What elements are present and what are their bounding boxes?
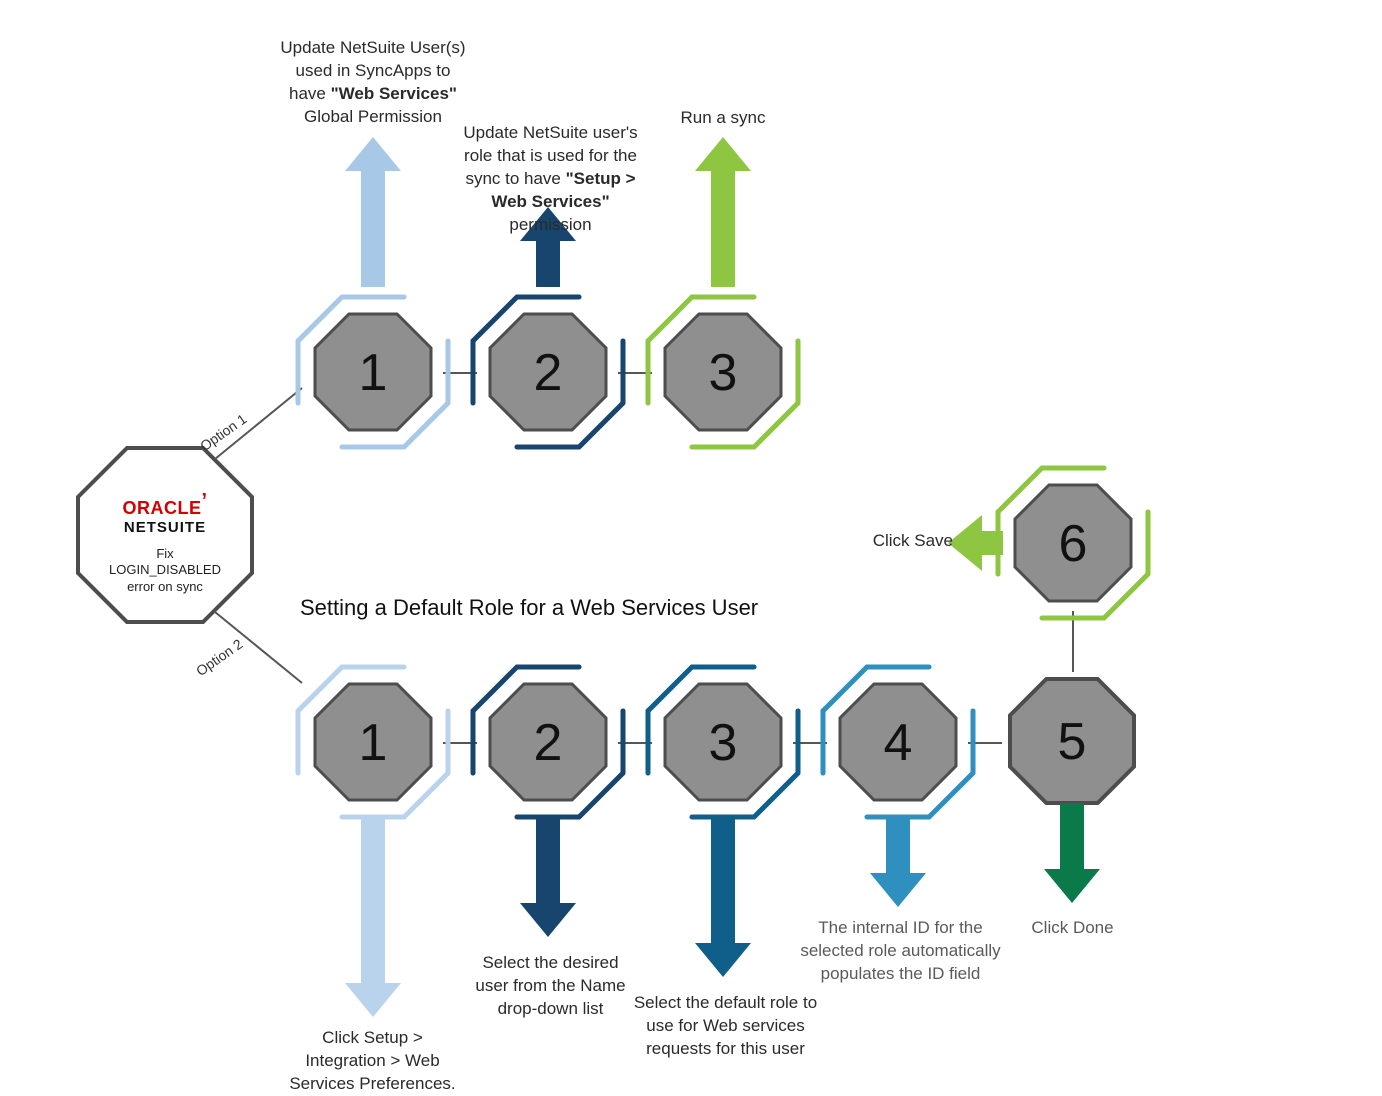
arrow-down-icon [343,817,403,1022]
svg-text:4: 4 [884,714,913,772]
svg-text:3: 3 [709,344,738,402]
opt2-step-2-caption: Select the desired user from the Name dr… [468,952,633,1021]
opt2-step-1-caption: Click Setup > Integration > Web Services… [280,1027,465,1096]
arrow-up-icon [343,137,403,292]
opt1-step-2-caption: Update NetSuite user's role that is used… [448,122,653,237]
svg-text:1: 1 [359,714,388,772]
arrow-down-icon [518,817,578,942]
opt1-step-2: 2 [473,297,623,447]
arrow-left-icon [948,513,1003,578]
svg-text:6: 6 [1059,515,1088,573]
arrow-up-icon [693,137,753,292]
section-title: Setting a Default Role for a Web Service… [300,595,758,621]
opt2-step-3: 3 [648,667,798,817]
start-connectors [0,0,1382,1055]
opt2-step-4-caption: The internal ID for the selected role au… [798,917,1003,986]
opt2-step-3-caption: Select the default role to use for Web s… [628,992,823,1061]
opt2-step-4: 4 [823,667,973,817]
opt1-step-1: 1 [298,297,448,447]
arrow-down-icon [868,817,928,912]
svg-text:1: 1 [359,344,388,402]
svg-text:3: 3 [709,714,738,772]
opt2-step-6-caption: Click Save [863,530,953,553]
diagram-canvas: ORACLE’ NETSUITE Fix LOGIN_DISABLED erro… [0,0,1382,1055]
svg-text:2: 2 [534,344,563,402]
opt1-step-1-caption: Update NetSuite User(s) used in SyncApps… [278,37,468,129]
arrow-down-icon [693,817,753,982]
opt2-step-5: 5 [1010,679,1134,803]
opt1-step-3: 3 [648,297,798,447]
opt2-step-5-caption: Click Done [1000,917,1145,940]
svg-text:5: 5 [1058,713,1087,771]
arrow-down-icon [1042,803,1102,908]
opt2-step-1: 1 [298,667,448,817]
opt2-step-6: 6 [998,468,1148,618]
opt1-step-3-caption: Run a sync [658,107,788,130]
opt2-step-2: 2 [473,667,623,817]
svg-text:2: 2 [534,714,563,772]
